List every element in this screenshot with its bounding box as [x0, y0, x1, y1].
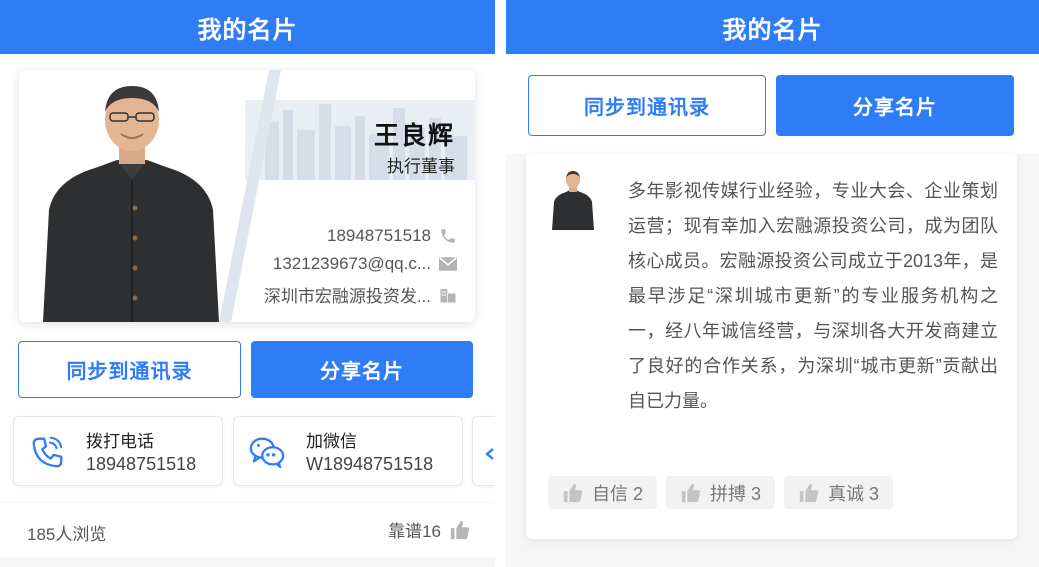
- card-name: 王良辉: [373, 122, 455, 150]
- view-count: 185人浏览: [27, 525, 107, 544]
- right-action-buttons: 同步到通讯录 分享名片: [506, 54, 1039, 154]
- profile-photo: [43, 86, 219, 322]
- introduction-text: 多年影视传媒行业经验，专业大会、企业策划运营；现有幸加入宏融源投资公司，成为团队…: [628, 181, 998, 411]
- left-panel: 我的名片 王良辉 执行董事 18948751518 1321239673@qq.…: [0, 0, 495, 567]
- card-email: 1321239673@qq.c...: [272, 254, 431, 273]
- tag-label: 自信 2: [592, 483, 644, 504]
- card-phone-row: 18948751518: [327, 226, 459, 246]
- page-header: 我的名片: [0, 0, 495, 54]
- share-card-button[interactable]: 分享名片: [776, 75, 1014, 136]
- call-phone-card[interactable]: 拨打电话 18948751518: [13, 416, 223, 486]
- card-address-row: 深圳市宏融源投资发...: [264, 282, 459, 307]
- card-address: 深圳市宏融源投资发...: [263, 287, 431, 306]
- wechat-id: W18948751518: [306, 454, 434, 474]
- business-card-section: 王良辉 执行董事 18948751518 1321239673@qq.c... …: [0, 54, 495, 337]
- thumbs-up-icon: [450, 520, 470, 539]
- more-contact-card[interactable]: [472, 416, 495, 486]
- like-button[interactable]: 靠谱16: [388, 517, 471, 542]
- wechat-icon: [249, 437, 285, 469]
- business-card[interactable]: 王良辉 执行董事 18948751518 1321239673@qq.c... …: [19, 70, 475, 322]
- add-wechat-label: 加微信: [306, 432, 357, 451]
- tag-strive[interactable]: 拼搏 3: [666, 476, 776, 509]
- tag-sincere[interactable]: 真诚 3: [784, 476, 894, 509]
- tag-list: 自信 2 拼搏 3 真诚 3: [548, 476, 894, 509]
- thumbs-up-icon: [681, 483, 701, 502]
- phone-icon: [437, 226, 459, 246]
- tag-label: 拼搏 3: [710, 483, 762, 504]
- thumbs-up-icon: [799, 483, 819, 502]
- building-icon: [437, 285, 459, 305]
- card-job-title: 执行董事: [387, 157, 455, 176]
- add-wechat-card[interactable]: 加微信 W18948751518: [233, 416, 463, 486]
- call-phone-number: 18948751518: [86, 454, 197, 474]
- introduction-card: 多年影视传媒行业经验，专业大会、企业策划运营；现有幸加入宏融源投资公司，成为团队…: [526, 154, 1017, 539]
- page-title: 我的名片: [197, 16, 298, 44]
- call-phone-label: 拨打电话: [86, 432, 154, 451]
- stats-bar: 185人浏览 靠谱16: [0, 503, 495, 557]
- like-count: 靠谱16: [388, 522, 441, 541]
- card-email-row: 1321239673@qq.c...: [273, 254, 459, 274]
- phone-icon: [32, 436, 63, 468]
- contact-actions: 拨打电话 18948751518 加微信 W18948751518: [0, 407, 495, 502]
- left-action-buttons: 同步到通讯录 分享名片: [0, 337, 495, 407]
- thumbs-up-icon: [563, 483, 583, 502]
- mail-icon: [437, 254, 459, 274]
- page-title: 我的名片: [722, 16, 823, 44]
- sync-contacts-button[interactable]: 同步到通讯录: [528, 75, 766, 136]
- right-panel: 我的名片 同步到通讯录 分享名片 多年影视传媒行业经验，专业大会、企业策划运营；…: [506, 0, 1039, 567]
- sync-contacts-button[interactable]: 同步到通讯录: [18, 341, 241, 398]
- tag-confident[interactable]: 自信 2: [548, 476, 658, 509]
- tag-label: 真诚 3: [828, 483, 880, 504]
- share-card-button[interactable]: 分享名片: [251, 341, 473, 398]
- page-header: 我的名片: [506, 0, 1039, 54]
- partial-icon: [485, 448, 494, 460]
- avatar: [552, 171, 594, 230]
- card-phone: 18948751518: [326, 226, 431, 245]
